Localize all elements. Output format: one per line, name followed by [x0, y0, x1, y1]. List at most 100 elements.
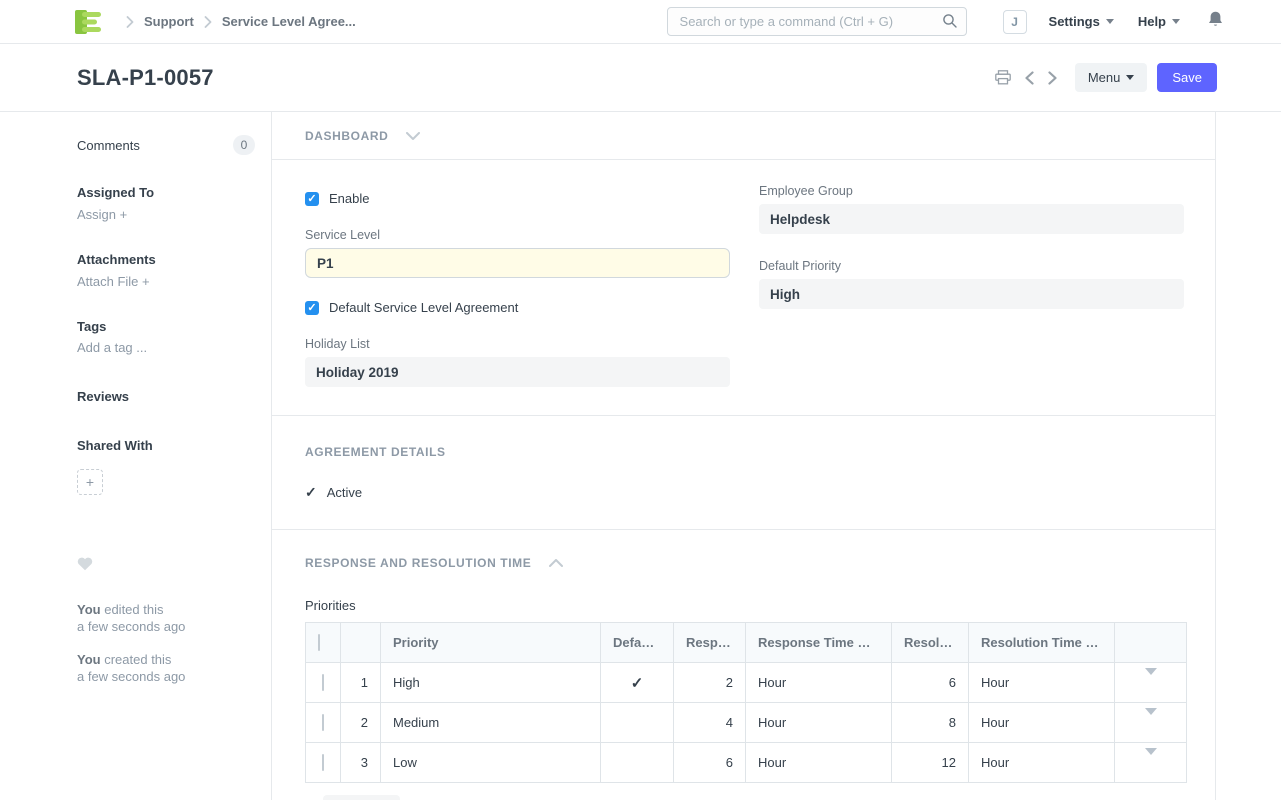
search-input[interactable]: [667, 7, 967, 36]
row-index: 2: [341, 703, 381, 743]
menu-button[interactable]: Menu: [1075, 63, 1148, 92]
action-column-header: [1115, 623, 1187, 663]
default-sla-checkbox[interactable]: ✓: [305, 301, 319, 315]
response-time-cell[interactable]: 6: [674, 743, 746, 783]
employee-group-field[interactable]: Helpdesk: [759, 204, 1184, 234]
table-header-row: Priority Defaul... Respo... Response Tim…: [306, 623, 1187, 663]
comments-count-badge: 0: [233, 135, 255, 155]
add-row-button[interactable]: Add Row: [323, 795, 400, 800]
response-period-cell[interactable]: Hour: [746, 663, 892, 703]
section-dashboard[interactable]: DASHBOARD: [272, 112, 1215, 160]
priorities-grid-label: Priorities: [305, 598, 1182, 613]
resolution-time-cell[interactable]: 6: [892, 663, 969, 703]
page-title: SLA-P1-0057: [77, 65, 214, 91]
shared-with-heading: Shared With: [77, 438, 255, 453]
idx-column-header: [341, 623, 381, 663]
assign-button[interactable]: Assign +: [77, 207, 255, 222]
next-record-icon[interactable]: [1048, 71, 1057, 85]
response-time-cell[interactable]: 4: [674, 703, 746, 743]
prev-record-icon[interactable]: [1025, 71, 1034, 85]
response-period-column-header: Response Time Pe...: [746, 623, 892, 663]
settings-label: Settings: [1049, 14, 1100, 29]
enable-checkbox[interactable]: ✓: [305, 192, 319, 206]
default-sla-label: Default Service Level Agreement: [329, 300, 518, 315]
search-icon[interactable]: [942, 13, 958, 34]
select-all-checkbox[interactable]: [318, 634, 320, 651]
navbar: Support Service Level Agree... J Setting…: [0, 0, 1281, 44]
resolution-period-cell[interactable]: Hour: [969, 703, 1115, 743]
response-time-cell[interactable]: 2: [674, 663, 746, 703]
comments-link[interactable]: Comments 0: [77, 135, 255, 155]
like-heart-icon[interactable]: [77, 557, 255, 576]
dashboard-section-title: DASHBOARD: [305, 129, 388, 143]
agreement-section-title: AGREEMENT DETAILS: [305, 445, 446, 459]
response-time-column-header: Respo...: [674, 623, 746, 663]
response-period-cell[interactable]: Hour: [746, 703, 892, 743]
row-index: 1: [341, 663, 381, 703]
global-search: [667, 7, 967, 36]
app-logo-icon[interactable]: [75, 10, 102, 34]
breadcrumb-support[interactable]: Support: [144, 14, 194, 29]
settings-menu[interactable]: Settings: [1049, 14, 1114, 29]
assigned-to-heading: Assigned To: [77, 185, 255, 200]
form-body: DASHBOARD ✓ Enable Service Level P1 ✓ De…: [272, 112, 1216, 800]
check-icon: ✓: [305, 484, 317, 501]
resolution-time-column-header: Resolu...: [892, 623, 969, 663]
default-priority-field[interactable]: High: [759, 279, 1184, 309]
default-priority-label: Default Priority: [759, 259, 1184, 273]
reviews-heading: Reviews: [77, 389, 255, 404]
holiday-list-label: Holiday List: [305, 337, 730, 351]
chevron-right-icon: [126, 16, 134, 28]
table-row[interactable]: 2 Medium 4 Hour 8 Hour: [306, 703, 1187, 743]
share-button[interactable]: +: [77, 469, 103, 495]
caret-down-icon: [1126, 75, 1134, 80]
row-dropdown-icon[interactable]: [1145, 668, 1157, 690]
response-section-head[interactable]: RESPONSE AND RESOLUTION TIME: [305, 548, 1182, 578]
avatar[interactable]: J: [1003, 10, 1027, 34]
help-menu[interactable]: Help: [1138, 14, 1180, 29]
row-select-checkbox[interactable]: [322, 754, 324, 771]
priority-cell[interactable]: High: [381, 663, 601, 703]
table-row[interactable]: 3 Low 6 Hour 12 Hour: [306, 743, 1187, 783]
add-tag-input[interactable]: Add a tag ...: [77, 340, 255, 355]
row-select-checkbox[interactable]: [322, 714, 324, 731]
resolution-time-cell[interactable]: 12: [892, 743, 969, 783]
response-section-title: RESPONSE AND RESOLUTION TIME: [305, 556, 531, 570]
table-row[interactable]: 1 High ✓ 2 Hour 6 Hour: [306, 663, 1187, 703]
service-level-input[interactable]: P1: [305, 248, 730, 278]
response-period-cell[interactable]: Hour: [746, 743, 892, 783]
row-dropdown-icon[interactable]: [1145, 748, 1157, 770]
attach-file-button[interactable]: Attach File +: [77, 274, 255, 289]
priority-cell[interactable]: Medium: [381, 703, 601, 743]
priorities-table: Priority Defaul... Respo... Response Tim…: [305, 622, 1187, 783]
priority-column-header: Priority: [381, 623, 601, 663]
enable-checkbox-row[interactable]: ✓ Enable: [305, 191, 730, 206]
save-button[interactable]: Save: [1157, 63, 1217, 92]
chevron-down-icon: [406, 132, 420, 140]
resolution-time-cell[interactable]: 8: [892, 703, 969, 743]
active-label: Active: [327, 485, 362, 500]
resolution-period-cell[interactable]: Hour: [969, 743, 1115, 783]
priority-cell[interactable]: Low: [381, 743, 601, 783]
active-checkbox-row[interactable]: ✓ Active: [305, 484, 1182, 501]
default-checked-icon[interactable]: ✓: [631, 675, 644, 692]
default-sla-checkbox-row[interactable]: ✓ Default Service Level Agreement: [305, 300, 730, 315]
row-select-checkbox[interactable]: [322, 674, 324, 691]
row-dropdown-icon[interactable]: [1145, 708, 1157, 730]
default-column-header: Defaul...: [601, 623, 674, 663]
section-response-resolution: RESPONSE AND RESOLUTION TIME Priorities …: [272, 530, 1215, 800]
tags-heading: Tags: [77, 319, 255, 334]
row-index: 3: [341, 743, 381, 783]
resolution-period-cell[interactable]: Hour: [969, 663, 1115, 703]
chevron-up-icon: [549, 559, 563, 567]
comments-label: Comments: [77, 138, 140, 153]
form-sidebar: Comments 0 Assigned To Assign + Attachme…: [0, 112, 272, 800]
menu-button-label: Menu: [1088, 70, 1121, 85]
caret-down-icon: [1172, 19, 1180, 24]
print-icon[interactable]: [995, 70, 1011, 85]
breadcrumb-current[interactable]: Service Level Agree...: [222, 14, 356, 29]
attachments-heading: Attachments: [77, 252, 255, 267]
holiday-list-field[interactable]: Holiday 2019: [305, 357, 730, 387]
notifications-bell-icon[interactable]: [1208, 11, 1223, 33]
enable-label: Enable: [329, 191, 369, 206]
